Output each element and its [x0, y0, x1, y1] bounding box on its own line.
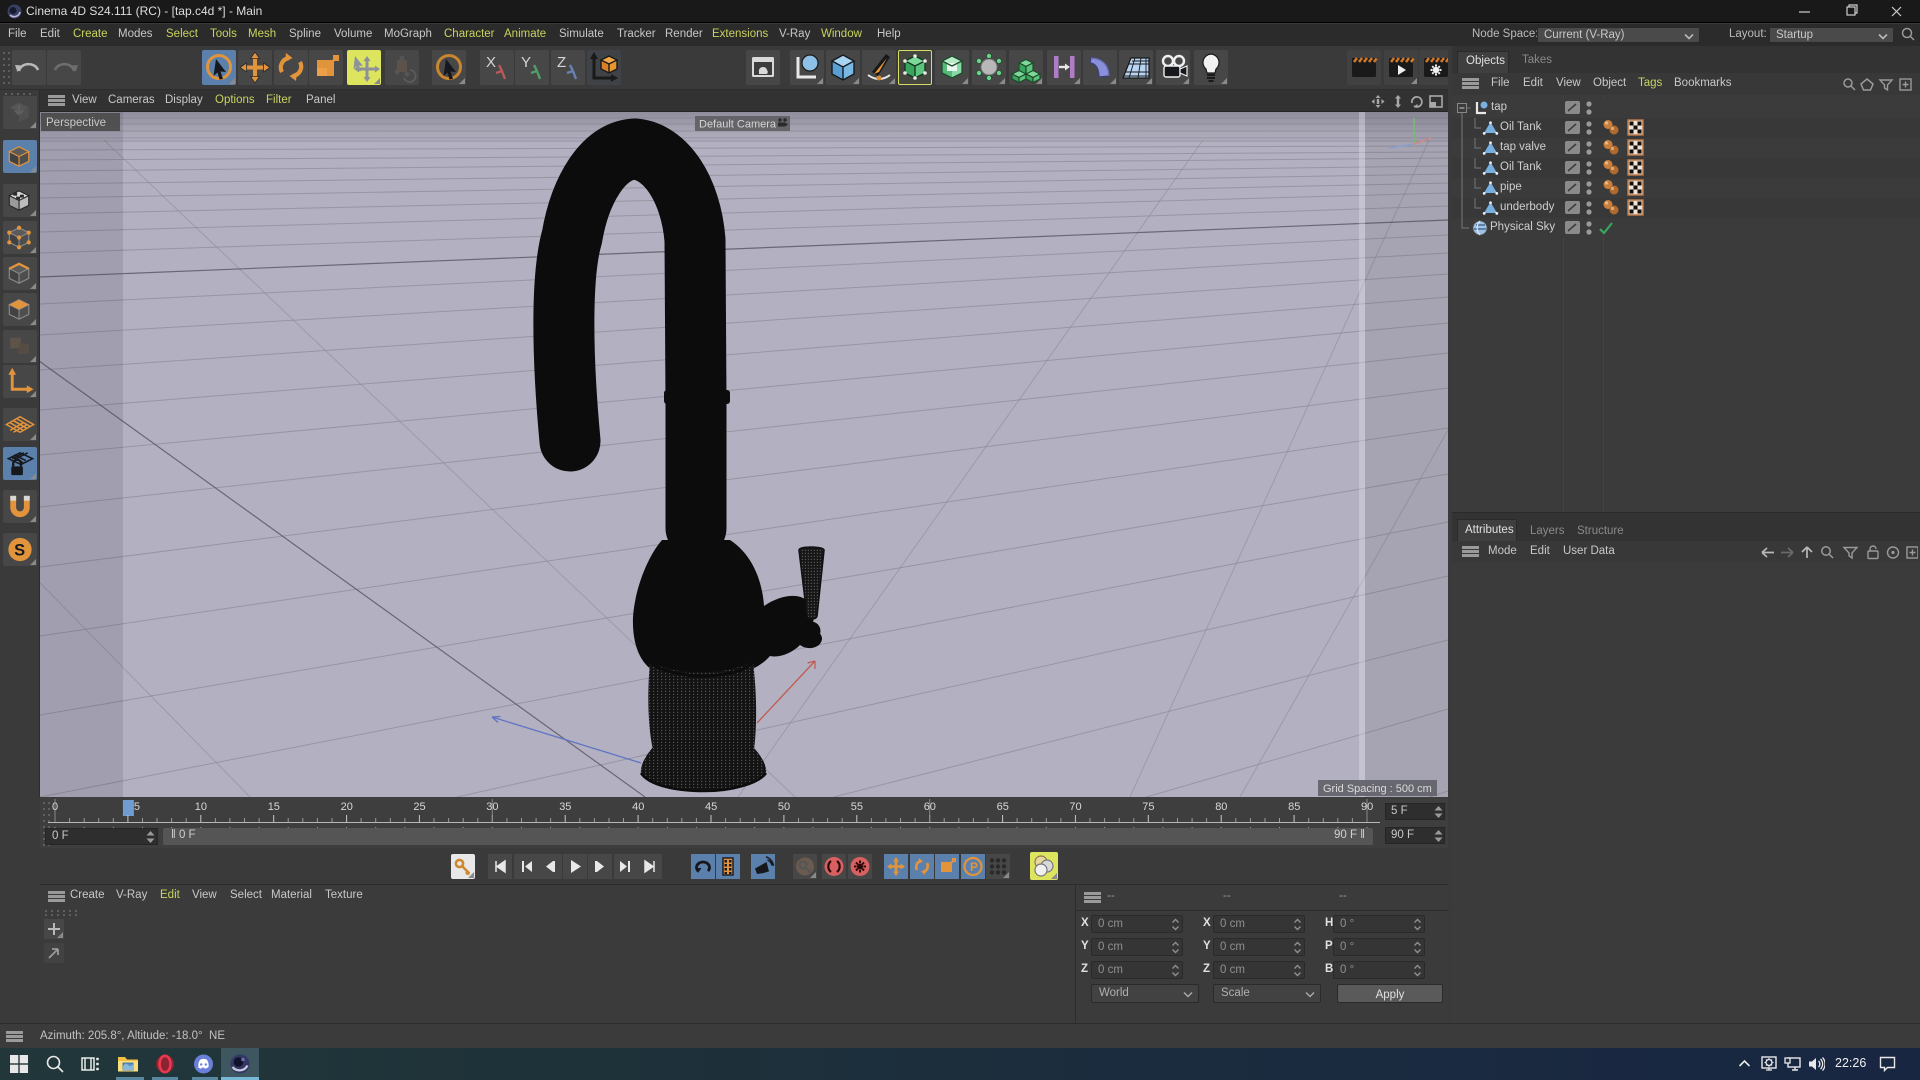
svg-text:45: 45: [705, 801, 717, 813]
svg-text:S: S: [14, 541, 25, 559]
svg-text:0: 0: [52, 801, 58, 813]
svg-text:X: X: [486, 54, 496, 71]
svg-text:Z: Z: [557, 54, 566, 71]
svg-text:10: 10: [195, 801, 207, 813]
svg-text:75: 75: [1142, 801, 1154, 813]
svg-text:20: 20: [341, 801, 353, 813]
svg-text:Default Camera: Default Camera: [699, 119, 777, 131]
svg-text:70: 70: [1069, 801, 1081, 813]
svg-text:Y: Y: [521, 54, 531, 71]
svg-text:80: 80: [1215, 801, 1227, 813]
svg-text:Grid Spacing : 500 cm: Grid Spacing : 500 cm: [1323, 783, 1432, 795]
svg-text:65: 65: [997, 801, 1009, 813]
svg-text:50: 50: [778, 801, 790, 813]
svg-text:5: 5: [134, 801, 140, 813]
svg-text:15: 15: [268, 801, 280, 813]
svg-text:85: 85: [1288, 801, 1300, 813]
svg-text:40: 40: [632, 801, 644, 813]
svg-text:P: P: [970, 860, 978, 874]
svg-text:25: 25: [413, 801, 425, 813]
svg-text:60: 60: [924, 801, 936, 813]
svg-text:Perspective: Perspective: [46, 117, 106, 129]
svg-text:90: 90: [1361, 801, 1373, 813]
svg-text:30: 30: [486, 801, 498, 813]
svg-text:35: 35: [559, 801, 571, 813]
svg-text:55: 55: [851, 801, 863, 813]
